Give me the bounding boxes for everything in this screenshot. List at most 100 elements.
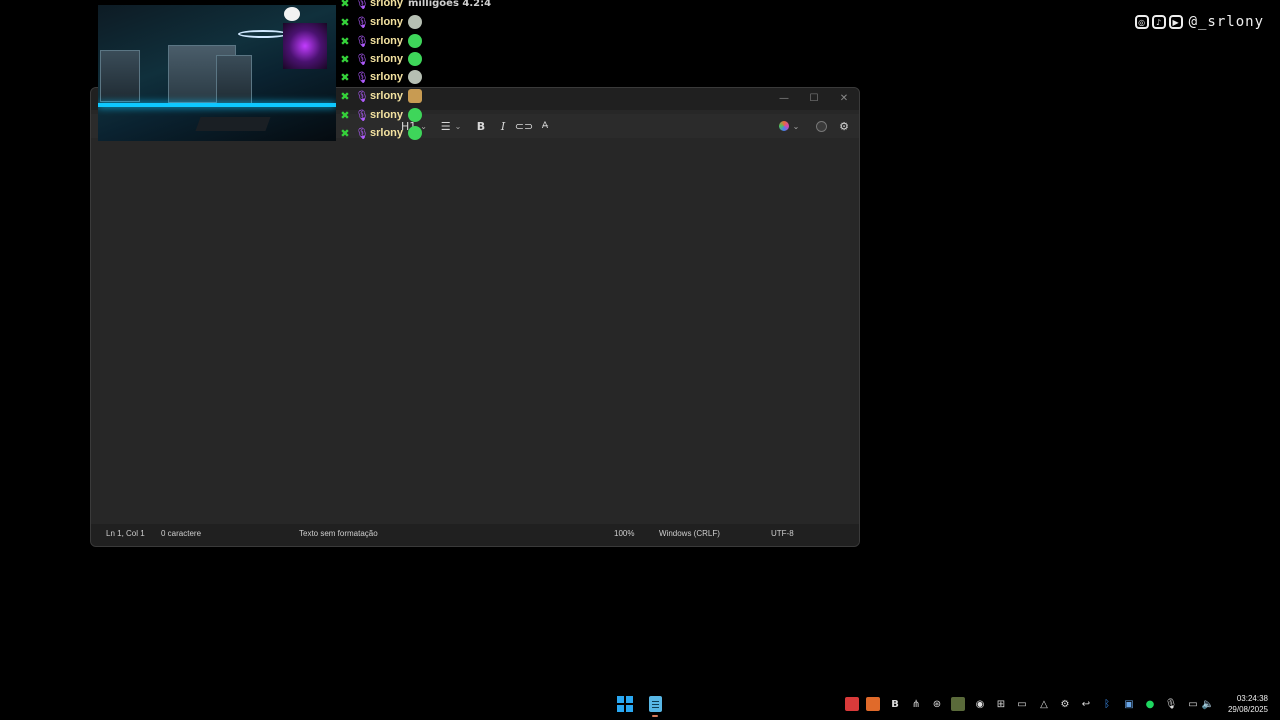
network-icon[interactable]: ▭ [1186, 697, 1200, 711]
bluetooth-icon[interactable]: ᛒ [1100, 697, 1114, 711]
windows-logo-icon [626, 705, 633, 712]
microphone-icon[interactable]: 🎙 [1164, 697, 1178, 711]
moderator-badge-icon: ✖ [340, 15, 350, 29]
list-dropdown[interactable]: ☰ ⌄ [439, 118, 463, 134]
account-button[interactable] [814, 118, 828, 134]
mic-badge-icon: 🎙 [355, 34, 369, 48]
clock-date: 29/08/2025 [1227, 705, 1268, 714]
chat-text: milligoes 4.2:4 [408, 0, 492, 9]
app-tray-icon[interactable]: ▣ [1122, 697, 1136, 711]
app-tray-icon[interactable] [951, 697, 965, 711]
mic-badge-icon: 🎙 [355, 52, 369, 66]
spotify-icon[interactable]: ● [1143, 697, 1157, 711]
close-button[interactable]: ✕ [829, 88, 859, 108]
emote-icon [408, 89, 423, 103]
ring-light [238, 30, 288, 38]
monitor-right [216, 55, 252, 105]
app-tray-icon[interactable] [866, 697, 880, 711]
led-strip [98, 103, 336, 107]
italic-icon: I [500, 119, 506, 133]
moderator-badge-icon: ✖ [340, 70, 350, 84]
status-bar: Ln 1, Col 1 0 caractere Texto sem format… [91, 524, 859, 546]
chat-message: ✖ 🎙 srlony [340, 106, 423, 124]
zoom-level[interactable]: 100% [614, 529, 634, 538]
start-button[interactable] [617, 696, 633, 712]
running-indicator [652, 715, 658, 717]
chat-message: ✖ 🎙 srlony [340, 13, 423, 31]
moderator-badge-icon: ✖ [340, 108, 350, 122]
chat-message: ✖ 🎙 srlony [340, 124, 423, 142]
emote-icon [408, 34, 423, 48]
chat-username: srlony [370, 71, 404, 83]
settings-button[interactable]: ⚙ [837, 118, 851, 134]
moderator-badge-icon: ✖ [340, 126, 350, 140]
maximize-button[interactable]: ☐ [799, 88, 829, 108]
notepad-window: — ☐ ✕ H1 ⌄ ☰ ⌄ B I ⊂⊃ A̶ ⌄ ⚙ Ln 1, Col 1 0… [90, 87, 860, 547]
google-drive-icon[interactable]: △ [1037, 697, 1051, 711]
app-tray-icon[interactable]: B [888, 697, 902, 711]
clear-formatting-icon: A̶ [541, 121, 549, 131]
close-icon: ✕ [839, 92, 849, 104]
youtube-icon: ▶ [1168, 15, 1183, 29]
mic-badge-icon: 🎙 [355, 126, 369, 140]
monitor-left [100, 50, 140, 102]
windows-logo-icon [617, 705, 624, 712]
chat-username: srlony [370, 109, 404, 121]
emote-icon [408, 108, 423, 122]
tiktok-icon: ♪ [1151, 15, 1166, 29]
pc-case [283, 23, 327, 69]
maximize-icon: ☐ [809, 92, 819, 104]
bold-icon: B [476, 119, 486, 133]
link-icon: ⊂⊃ [514, 119, 534, 133]
text-editor[interactable] [91, 138, 859, 528]
chat-username: srlony [370, 53, 404, 65]
moderator-badge-icon: ✖ [340, 52, 350, 66]
chat-message: ✖ 🎙 srlony [340, 68, 423, 86]
mic-badge-icon: 🎙 [355, 89, 369, 103]
account-avatar-icon [815, 120, 827, 132]
moderator-badge-icon: ✖ [340, 89, 350, 103]
copilot-icon [778, 121, 789, 131]
chat-username: srlony [370, 16, 404, 28]
italic-button[interactable]: I [496, 118, 510, 134]
chat-username: srlony [370, 127, 404, 139]
gear-icon: ⚙ [839, 119, 849, 133]
audio-tray-icon[interactable]: ⋔ [909, 697, 923, 711]
windows-logo-icon [626, 696, 633, 703]
moderator-badge-icon: ✖ [340, 0, 350, 10]
clock-time: 03:24:38 [1236, 694, 1268, 703]
app-tray-icon[interactable] [845, 697, 859, 711]
bold-button[interactable]: B [474, 118, 488, 134]
emote-icon [408, 126, 423, 140]
app-tray-icon[interactable]: ↩ [1079, 697, 1093, 711]
encoding[interactable]: UTF-8 [771, 529, 794, 538]
app-tray-icon[interactable]: ▭ [1015, 697, 1029, 711]
handle-text: @_srlony [1188, 14, 1264, 30]
taskbar: B ⋔ ⊛ ◉ ⊞ ▭ △ ⚙ ↩ ᛒ ▣ ● 🎙 ▭ 🔈 03:24:38 2… [0, 688, 1280, 720]
minimize-button[interactable]: — [769, 88, 799, 108]
steam-icon[interactable]: ⚙ [1058, 697, 1072, 711]
mic-badge-icon: 🎙 [355, 0, 369, 10]
clear-formatting-button[interactable]: A̶ [538, 118, 552, 134]
chevron-down-icon: ⌄ [792, 121, 800, 131]
emote-icon [408, 70, 423, 84]
chat-message: ✖ 🎙 srlony milligoes 4.2:4 [340, 0, 491, 12]
mic-badge-icon: 🎙 [355, 15, 369, 29]
format-mode[interactable]: Texto sem formatação [299, 529, 378, 538]
link-button[interactable]: ⊂⊃ [514, 118, 534, 134]
volume-icon[interactable]: 🔈 [1201, 697, 1215, 711]
social-handle: ◎ ♪ ▶ @_srlony [1134, 14, 1264, 30]
app-tray-icon[interactable]: ⊛ [930, 697, 944, 711]
copilot-dropdown[interactable]: ⌄ [775, 118, 803, 134]
chat-username: srlony [370, 35, 404, 47]
chevron-down-icon: ⌄ [454, 121, 462, 131]
mic-badge-icon: 🎙 [355, 108, 369, 122]
notepad-taskbar-icon[interactable] [649, 696, 662, 712]
windows-logo-icon [617, 696, 624, 703]
app-tray-icon[interactable]: ⊞ [994, 697, 1008, 711]
line-ending[interactable]: Windows (CRLF) [659, 529, 720, 538]
discord-icon[interactable]: ◉ [973, 697, 987, 711]
system-clock[interactable]: 03:24:38 29/08/2025 [1228, 693, 1268, 715]
emote-icon [408, 52, 423, 66]
instagram-icon: ◎ [1134, 15, 1149, 29]
